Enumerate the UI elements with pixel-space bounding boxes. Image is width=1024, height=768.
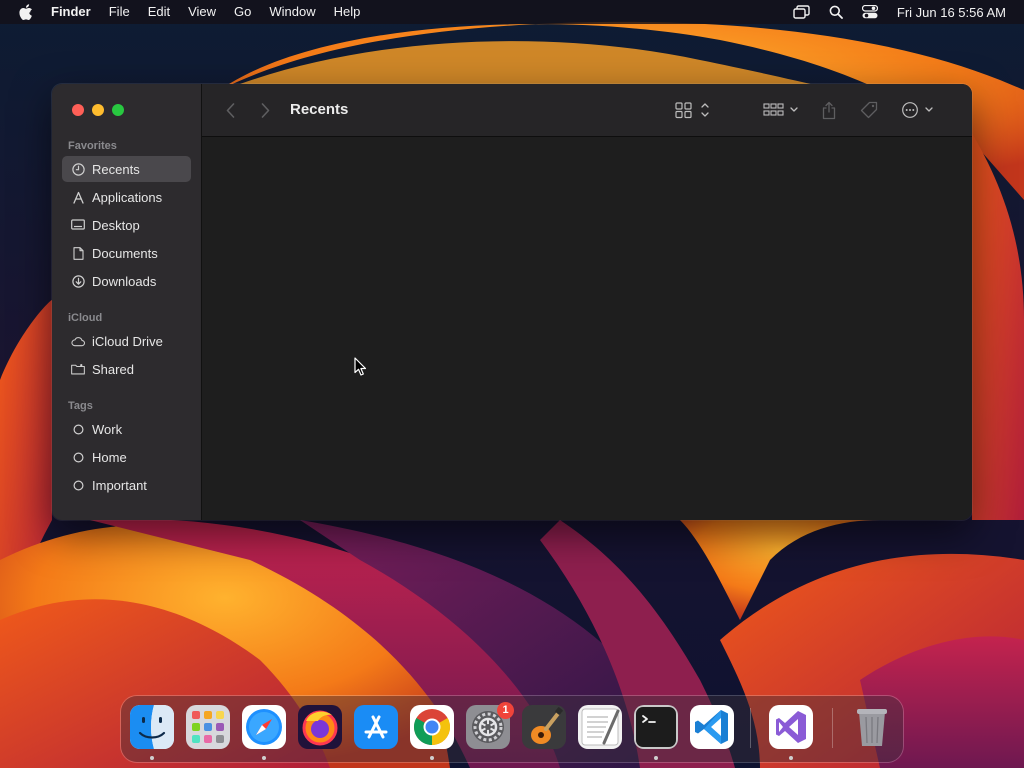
finder-sidebar: Favorites Recents Applications Desktop D… <box>52 84 202 520</box>
sidebar-item-applications[interactable]: Applications <box>62 184 191 210</box>
sidebar-item-label: Home <box>92 449 127 465</box>
dock-separator <box>832 708 833 748</box>
download-icon <box>71 274 85 288</box>
menu-view[interactable]: View <box>179 0 225 24</box>
spotlight-search-icon[interactable] <box>827 4 845 20</box>
sidebar-item-recents[interactable]: Recents <box>62 156 191 182</box>
file-list-area[interactable] <box>202 137 972 520</box>
sidebar-item-shared[interactable]: Shared <box>62 356 191 382</box>
shared-folder-icon <box>71 362 85 376</box>
dock-vscode-icon[interactable] <box>690 705 734 749</box>
share-button[interactable] <box>818 98 840 122</box>
sidebar-item-label: Applications <box>92 189 163 205</box>
finder-window: Favorites Recents Applications Desktop D… <box>52 84 972 520</box>
dock-app-store-icon[interactable] <box>354 705 398 749</box>
group-by-button[interactable] <box>760 98 802 122</box>
menu-app-finder[interactable]: Finder <box>51 0 100 24</box>
document-icon <box>71 246 85 260</box>
dock-trash-icon[interactable] <box>850 705 894 749</box>
screen-mirroring-icon[interactable] <box>793 4 811 20</box>
sidebar-item-tag-important[interactable]: Important <box>62 472 191 498</box>
sidebar-header-favorites: Favorites <box>68 140 117 152</box>
menu-go[interactable]: Go <box>225 0 260 24</box>
dock-launchpad-icon[interactable] <box>186 705 230 749</box>
more-actions-button[interactable] <box>898 98 938 122</box>
menu-edit[interactable]: Edit <box>139 0 179 24</box>
sidebar-item-label: Recents <box>92 161 140 177</box>
sidebar-item-label: Documents <box>92 245 158 261</box>
menu-help[interactable]: Help <box>325 0 370 24</box>
dock-running-indicator <box>150 756 154 760</box>
cloud-icon <box>71 334 85 348</box>
back-button[interactable] <box>220 100 240 120</box>
sidebar-item-documents[interactable]: Documents <box>62 240 191 266</box>
menu-window[interactable]: Window <box>260 0 324 24</box>
sidebar-item-tag-work[interactable]: Work <box>62 416 191 442</box>
sidebar-item-label: Downloads <box>92 273 157 289</box>
dock-finder-icon[interactable] <box>130 705 174 749</box>
finder-content: Recents <box>202 84 972 520</box>
view-mode-button[interactable] <box>672 98 712 122</box>
apple-menu-icon[interactable] <box>19 4 33 20</box>
sidebar-header-tags: Tags <box>68 400 93 412</box>
desktop-icon <box>71 218 85 232</box>
dock-running-indicator <box>430 756 434 760</box>
tag-circle-icon <box>71 450 85 464</box>
dock-running-indicator <box>262 756 266 760</box>
menu-bar: Finder File Edit View Go Window Help Fri… <box>0 0 1024 24</box>
dock-garageband-icon[interactable] <box>522 705 566 749</box>
sidebar-header-icloud: iCloud <box>68 312 103 324</box>
window-minimize-button[interactable] <box>92 104 104 116</box>
window-close-button[interactable] <box>72 104 84 116</box>
dock-firefox-icon[interactable] <box>298 705 342 749</box>
sidebar-item-label: Work <box>92 421 123 437</box>
tag-circle-icon <box>71 422 85 436</box>
dock-terminal-icon[interactable] <box>634 705 678 749</box>
dock-running-indicator <box>654 756 658 760</box>
dock-running-indicator <box>789 756 793 760</box>
applications-icon <box>71 190 85 204</box>
sidebar-item-label: Important <box>92 477 147 493</box>
clock-icon <box>71 162 85 176</box>
sidebar-item-icloud-drive[interactable]: iCloud Drive <box>62 328 191 354</box>
mouse-cursor-icon <box>354 357 367 376</box>
dock-chrome-icon[interactable] <box>410 705 454 749</box>
sidebar-item-desktop[interactable]: Desktop <box>62 212 191 238</box>
window-maximize-button[interactable] <box>112 104 124 116</box>
control-center-icon[interactable] <box>861 4 879 20</box>
window-title: Recents <box>290 101 349 118</box>
dock: 1 <box>121 696 903 762</box>
dock-separator <box>750 708 751 748</box>
menu-file[interactable]: File <box>100 0 139 24</box>
sidebar-item-label: Shared <box>92 361 134 377</box>
tag-button[interactable] <box>858 98 880 122</box>
forward-button[interactable] <box>255 100 275 120</box>
tag-circle-icon <box>71 478 85 492</box>
sidebar-item-downloads[interactable]: Downloads <box>62 268 191 294</box>
notification-badge: 1 <box>497 702 514 719</box>
sidebar-item-tag-home[interactable]: Home <box>62 444 191 470</box>
dock-visual-studio-icon[interactable] <box>769 705 813 749</box>
menu-clock[interactable]: Fri Jun 16 5:56 AM <box>897 5 1006 20</box>
finder-toolbar: Recents <box>202 84 972 137</box>
dock-textedit-icon[interactable] <box>578 705 622 749</box>
dock-safari-icon[interactable] <box>242 705 286 749</box>
sidebar-item-label: Desktop <box>92 217 140 233</box>
sidebar-item-label: iCloud Drive <box>92 333 163 349</box>
